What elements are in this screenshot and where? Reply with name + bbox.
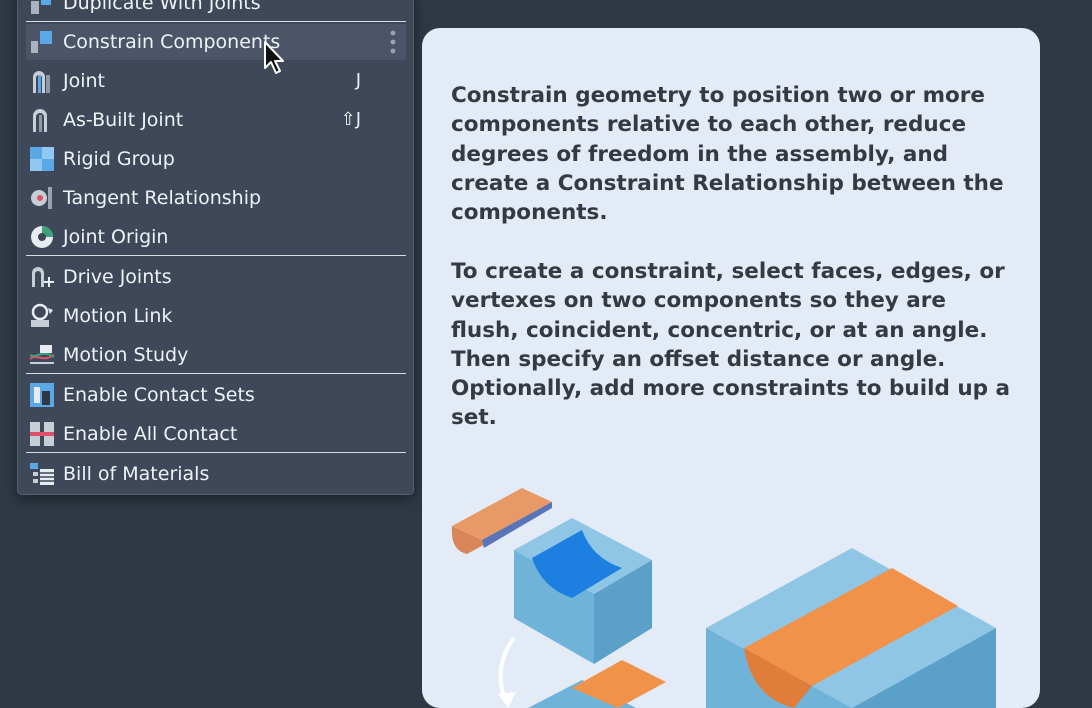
menu-item-constrain-components[interactable]: Constrain Components <box>26 24 406 60</box>
menu-item-duplicate-with-joints[interactable]: Duplicate With Joints <box>26 0 406 21</box>
arrow-icon <box>498 636 516 703</box>
menu-item-joint-origin[interactable]: Joint Origin <box>26 219 406 255</box>
joint-icon <box>33 71 50 93</box>
menu-item-label: Enable Contact Sets <box>63 384 255 406</box>
menu-item-motion-link[interactable]: Motion Link <box>26 298 406 334</box>
menu-separator <box>26 21 406 22</box>
menu-item-motion-study[interactable]: Motion Study <box>26 337 406 373</box>
grooved-block-part <box>514 518 652 664</box>
rigid-group-icon <box>30 147 54 171</box>
menu-item-label: Rigid Group <box>63 148 175 170</box>
enable-all-contact-icon <box>30 422 54 446</box>
menu-item-enable-all-contact[interactable]: Enable All Contact <box>26 416 406 452</box>
menu-item-label: Joint Origin <box>63 226 169 248</box>
tooltip-instructions: To create a constraint, select faces, ed… <box>451 259 1011 431</box>
large-block-part <box>706 548 996 708</box>
menu-item-label: Bill of Materials <box>63 463 210 485</box>
duplicate-with-joints-icon <box>31 0 51 14</box>
constrain-components-icon <box>31 31 52 53</box>
enable-contact-sets-icon <box>30 383 54 407</box>
menu-item-rigid-group[interactable]: Rigid Group <box>26 141 406 177</box>
menu-item-label: Motion Link <box>63 305 173 327</box>
as-built-joint-icon <box>33 109 47 132</box>
tangent-relationship-icon <box>31 187 52 209</box>
assembled-part-small <box>528 660 666 708</box>
joint-origin-icon <box>31 226 53 248</box>
menu-item-label: Constrain Components <box>63 31 281 53</box>
menu-separator <box>26 452 406 453</box>
motion-study-icon <box>29 345 55 364</box>
menu-item-label: Motion Study <box>63 344 189 366</box>
menu-item-bill-of-materials[interactable]: Bill of Materials <box>26 456 406 492</box>
shortcut-label: ⇧J <box>340 109 361 130</box>
menu-item-joint[interactable]: Joint J <box>26 63 406 99</box>
drive-joints-icon <box>32 267 54 287</box>
menu-item-tangent-relationship[interactable]: Tangent Relationship <box>26 180 406 216</box>
more-options-icon[interactable] <box>390 30 396 54</box>
constraint-illustration <box>451 488 996 708</box>
tooltip-panel: Constrain geometry to position two or mo… <box>422 28 1040 708</box>
menu-item-label: Drive Joints <box>63 266 172 288</box>
menu-item-label: Duplicate With Joints <box>63 0 261 14</box>
menu-item-label: Tangent Relationship <box>63 187 262 209</box>
menu-separator <box>26 255 406 256</box>
menu-item-label: Joint <box>63 70 105 92</box>
menu-item-label: As-Built Joint <box>63 109 184 131</box>
tooltip-description: Constrain geometry to position two or mo… <box>451 83 1004 226</box>
shortcut-label: J <box>355 70 361 91</box>
menu-separator <box>26 373 406 374</box>
menu-item-enable-contact-sets[interactable]: Enable Contact Sets <box>26 377 406 413</box>
bill-of-materials-icon <box>30 463 54 485</box>
mouse-cursor-icon <box>264 41 284 74</box>
assemble-dropdown-menu: Duplicate With Joints Constrain Componen… <box>17 0 414 495</box>
menu-item-as-built-joint[interactable]: As-Built Joint ⇧J <box>26 102 406 138</box>
motion-link-icon <box>31 303 53 327</box>
menu-item-drive-joints[interactable]: Drive Joints <box>26 259 406 295</box>
menu-item-label: Enable All Contact <box>63 423 238 445</box>
